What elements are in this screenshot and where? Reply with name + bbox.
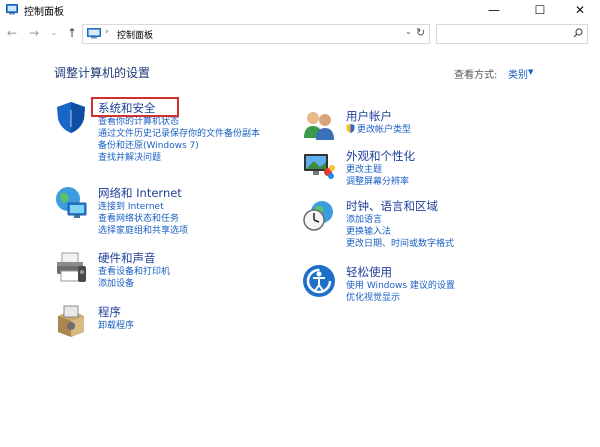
up-button[interactable]: ↑ <box>64 25 80 41</box>
link-date-time-format[interactable]: 更改日期、时间或数字格式 <box>346 238 454 250</box>
link-add-device[interactable]: 添加设备 <box>98 278 170 290</box>
maximize-button[interactable]: ☐ <box>520 0 560 20</box>
link-add-language[interactable]: 添加语言 <box>346 214 454 226</box>
navigation-bar: ← → ⌄ ↑ › 控制面板 ⌄ ↻ <box>0 22 600 46</box>
link-homegroup-sharing[interactable]: 选择家庭组和共享选项 <box>98 225 188 237</box>
title-bar: 控制面板 — ☐ ✕ <box>0 0 600 20</box>
window-title: 控制面板 <box>24 7 64 18</box>
breadcrumb-item[interactable]: 控制面板 <box>117 28 153 41</box>
link-recommended-settings[interactable]: 使用 Windows 建议的设置 <box>346 280 455 292</box>
link-connect-internet[interactable]: 连接到 Internet <box>98 201 188 213</box>
recent-locations-button[interactable]: ⌄ <box>46 25 62 41</box>
link-file-history-backup[interactable]: 通过文件历史记录保存你的文件备份副本 <box>98 128 260 140</box>
clock-globe-icon <box>303 201 333 231</box>
view-by-label: 查看方式: <box>454 70 498 81</box>
refresh-button[interactable]: ↻ <box>416 26 425 39</box>
link-screen-resolution[interactable]: 调整屏幕分辨率 <box>346 176 409 188</box>
address-bar[interactable]: › 控制面板 ⌄ ↻ <box>82 24 430 44</box>
control-panel-icon <box>6 4 18 15</box>
chevron-down-icon[interactable]: ▼ <box>528 68 533 76</box>
minimize-button[interactable]: — <box>474 0 514 20</box>
ease-of-access-icon <box>303 265 335 297</box>
breadcrumb-separator: › <box>105 27 109 37</box>
page-title: 调整计算机的设置 <box>54 66 151 80</box>
link-backup-restore[interactable]: 备份和还原(Windows 7) <box>98 140 260 152</box>
link-network-status[interactable]: 查看网络状态和任务 <box>98 213 188 225</box>
category-title[interactable]: 用户帐户 <box>346 108 392 124</box>
back-button[interactable]: ← <box>4 25 20 41</box>
link-label: 更改帐户类型 <box>357 125 412 135</box>
close-button[interactable]: ✕ <box>560 0 600 20</box>
link-change-theme[interactable]: 更改主题 <box>346 164 409 176</box>
address-dropdown-button[interactable]: ⌄ <box>405 27 412 36</box>
search-icon <box>573 28 583 38</box>
category-title[interactable]: 硬件和声音 <box>98 250 156 266</box>
link-troubleshoot[interactable]: 查找并解决问题 <box>98 152 260 164</box>
category-title[interactable]: 外观和个性化 <box>346 148 415 164</box>
link-change-account-type[interactable]: 更改帐户类型 <box>346 124 411 136</box>
category-title[interactable]: 程序 <box>98 304 121 320</box>
printer-icon <box>57 252 86 282</box>
category-title[interactable]: 轻松使用 <box>346 264 392 280</box>
forward-button[interactable]: → <box>26 25 42 41</box>
category-title[interactable]: 时钟、语言和区域 <box>346 198 438 214</box>
security-shield-icon <box>57 102 85 133</box>
category-title[interactable]: 网络和 Internet <box>98 185 182 201</box>
programs-box-icon <box>58 305 84 337</box>
network-globe-icon <box>56 187 87 218</box>
link-optimize-visual-display[interactable]: 优化视觉显示 <box>346 292 455 304</box>
highlight-box <box>91 97 179 117</box>
appearance-monitor-icon <box>304 154 335 179</box>
link-change-input-method[interactable]: 更换输入法 <box>346 226 454 238</box>
search-input[interactable] <box>436 24 588 44</box>
view-by-dropdown[interactable]: 类别 <box>508 66 528 81</box>
link-devices-printers[interactable]: 查看设备和打印机 <box>98 266 170 278</box>
control-panel-icon <box>87 28 101 39</box>
link-check-computer-status[interactable]: 查看你的计算机状态 <box>98 116 260 128</box>
link-uninstall-program[interactable]: 卸载程序 <box>98 320 134 332</box>
uac-shield-icon <box>346 124 355 133</box>
users-icon <box>304 112 334 140</box>
